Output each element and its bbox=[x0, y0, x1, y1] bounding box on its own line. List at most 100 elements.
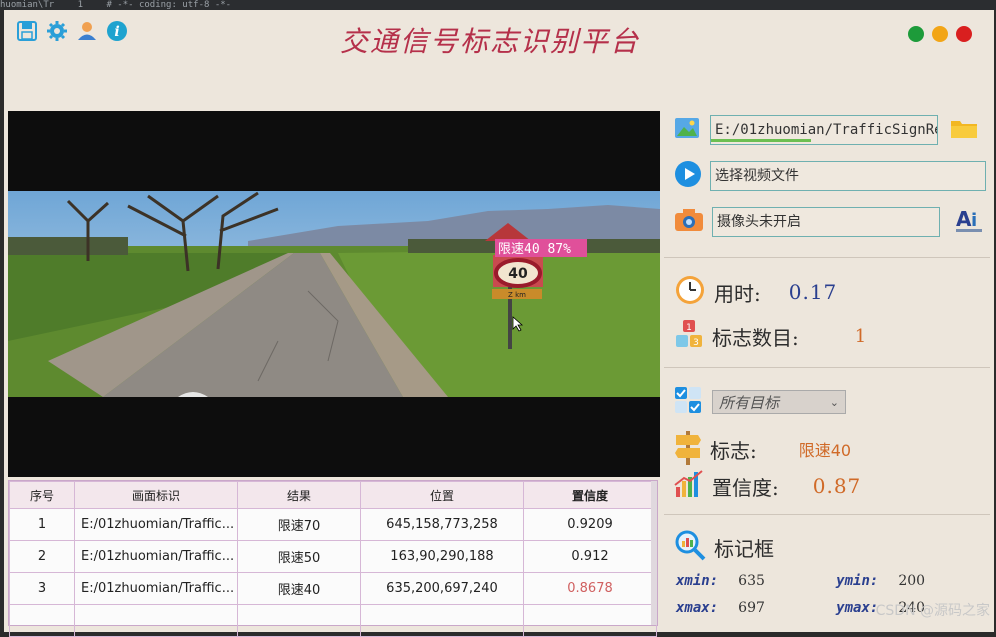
results-table: 序号 画面标识 结果 位置 置信度 1 E:/01zhuomian/Traffi… bbox=[8, 480, 658, 637]
cell-index: 1 bbox=[9, 508, 75, 541]
info-icon[interactable]: i bbox=[106, 20, 128, 42]
svg-text:i: i bbox=[971, 210, 977, 231]
time-value: 0.17 bbox=[788, 280, 838, 304]
play-video-icon[interactable] bbox=[674, 160, 702, 192]
detection-label: 限速40 87% bbox=[498, 242, 571, 257]
magnifier-chart-icon bbox=[674, 529, 706, 565]
header-result[interactable]: 结果 bbox=[237, 481, 361, 509]
count-row: 13 标志数目: 1 bbox=[674, 319, 866, 353]
editor-code-strip: huomian\Tr 1 # -*- coding: utf-8 -*- bbox=[0, 0, 996, 10]
editor-line-number: 1 bbox=[77, 0, 84, 10]
table-row[interactable]: 2 E:/01zhuomian/Traffic... 限速50 163,90,2… bbox=[9, 540, 657, 573]
maximize-button[interactable] bbox=[908, 26, 924, 42]
count-label: 标志数目: bbox=[712, 325, 799, 350]
bbox-title-row: 标记框 bbox=[674, 529, 774, 565]
header-position[interactable]: 位置 bbox=[360, 481, 524, 509]
folder-icon[interactable] bbox=[950, 116, 978, 144]
control-panel: E:/01zhuomian/TrafficSignRec 选择视频文件 摄像头未… bbox=[660, 111, 994, 626]
bbox-title: 标记框 bbox=[714, 536, 774, 561]
cell-result: 限速40 bbox=[237, 572, 361, 605]
svg-text:Z km: Z km bbox=[508, 291, 526, 299]
svg-text:3: 3 bbox=[693, 338, 699, 348]
cell-position: 645,158,773,258 bbox=[360, 508, 524, 541]
cell-frame-id: E:/01zhuomian/Traffic... bbox=[74, 508, 238, 541]
target-select-value: 所有目标 bbox=[719, 393, 780, 412]
camera-status-field[interactable]: 摄像头未开启 bbox=[712, 207, 940, 237]
video-display: 40 Z km 限速40 87% bbox=[8, 111, 660, 477]
cell-position: 635,200,697,240 bbox=[360, 572, 524, 605]
cell-confidence: 0.8678 bbox=[523, 572, 657, 605]
table-row[interactable]: 3 E:/01zhuomian/Traffic... 限速40 635,200,… bbox=[9, 572, 657, 605]
sign-label: 标志: bbox=[710, 438, 757, 463]
table-header-row: 序号 画面标识 结果 位置 置信度 bbox=[9, 481, 657, 509]
ymin-value: 200 bbox=[898, 573, 926, 589]
cell-frame-id: E:/01zhuomian/Traffic... bbox=[74, 540, 238, 573]
video-input-row: 选择视频文件 bbox=[674, 160, 986, 192]
header-frame-id[interactable]: 画面标识 bbox=[74, 481, 238, 509]
table-row-empty[interactable] bbox=[9, 604, 657, 637]
separator bbox=[664, 367, 990, 368]
camera-input-row: 摄像头未开启 Ai bbox=[674, 206, 984, 238]
video-file-field[interactable]: 选择视频文件 bbox=[710, 161, 986, 191]
cell-result: 限速70 bbox=[237, 508, 361, 541]
chevron-down-icon: ⌄ bbox=[829, 395, 839, 409]
separator bbox=[664, 514, 990, 515]
svg-text:A: A bbox=[956, 207, 972, 231]
cell-position: 163,90,290,188 bbox=[360, 540, 524, 573]
header-confidence[interactable]: 置信度 bbox=[523, 481, 657, 509]
checkbox-list-icon bbox=[674, 386, 702, 418]
cell-frame-id: E:/01zhuomian/Traffic... bbox=[74, 572, 238, 605]
xmin-label: xmin: bbox=[676, 573, 719, 589]
count-icon: 13 bbox=[674, 319, 704, 353]
clock-icon bbox=[674, 274, 706, 310]
app-window: i 交通信号标志识别平台 40 Z km 限速40 87% 序号 画面标识 结果… bbox=[4, 10, 994, 637]
user-icon[interactable] bbox=[76, 20, 98, 42]
bar-chart-icon bbox=[674, 469, 704, 503]
sign-row: 标志: 限速40 bbox=[674, 429, 851, 469]
cell-index: 3 bbox=[9, 572, 75, 605]
editor-code-line: # -*- coding: utf-8 -*- bbox=[106, 0, 232, 10]
image-icon[interactable] bbox=[674, 116, 700, 144]
target-select-row: 所有目标 ⌄ bbox=[674, 386, 846, 418]
svg-text:1: 1 bbox=[686, 323, 692, 333]
confidence-label: 置信度: bbox=[712, 475, 779, 500]
window-controls bbox=[908, 26, 972, 42]
sign-value: 限速40 bbox=[798, 441, 852, 460]
count-value: 1 bbox=[854, 325, 867, 347]
ymin-label: ymin: bbox=[836, 573, 879, 589]
settings-icon[interactable] bbox=[46, 20, 68, 42]
separator bbox=[664, 257, 990, 258]
editor-file-tab: huomian\Tr bbox=[0, 0, 55, 10]
cell-result: 限速50 bbox=[237, 540, 361, 573]
xmax-label: xmax: bbox=[676, 600, 719, 616]
save-icon[interactable] bbox=[16, 20, 38, 42]
bbox-min-row: xmin: 635 ymin: 200 bbox=[674, 573, 925, 589]
watermark: CSDN @源码之家 bbox=[875, 603, 990, 619]
table-scrollbar[interactable] bbox=[651, 481, 657, 625]
cell-confidence: 0.9209 bbox=[523, 508, 657, 541]
minimize-button[interactable] bbox=[932, 26, 948, 42]
cell-index: 2 bbox=[9, 540, 75, 573]
xmax-value: 697 bbox=[738, 600, 765, 616]
svg-text:i: i bbox=[114, 24, 119, 40]
image-load-progress bbox=[711, 139, 811, 142]
header-index[interactable]: 序号 bbox=[9, 481, 75, 509]
video-frame: 40 Z km 限速40 87% bbox=[8, 191, 660, 397]
sign-speed-text: 40 bbox=[508, 266, 528, 282]
toolbar: i bbox=[16, 20, 128, 42]
ymax-label: ymax: bbox=[836, 600, 879, 616]
road-scene-image: 40 Z km 限速40 87% bbox=[8, 191, 660, 397]
time-label: 用时: bbox=[714, 281, 761, 306]
app-title: 交通信号标志识别平台 bbox=[340, 25, 641, 58]
camera-icon[interactable] bbox=[674, 207, 704, 237]
cell-confidence: 0.912 bbox=[523, 540, 657, 573]
ai-model-icon[interactable]: Ai bbox=[954, 206, 984, 238]
xmin-value: 635 bbox=[738, 573, 765, 589]
target-select[interactable]: 所有目标 ⌄ bbox=[712, 390, 846, 414]
signpost-icon bbox=[674, 429, 702, 469]
confidence-value: 0.87 bbox=[812, 474, 862, 498]
image-input-row: E:/01zhuomian/TrafficSignRec bbox=[674, 115, 978, 145]
table-row[interactable]: 1 E:/01zhuomian/Traffic... 限速70 645,158,… bbox=[9, 508, 657, 541]
close-button[interactable] bbox=[956, 26, 972, 42]
time-row: 用时: 0.17 bbox=[674, 274, 837, 310]
